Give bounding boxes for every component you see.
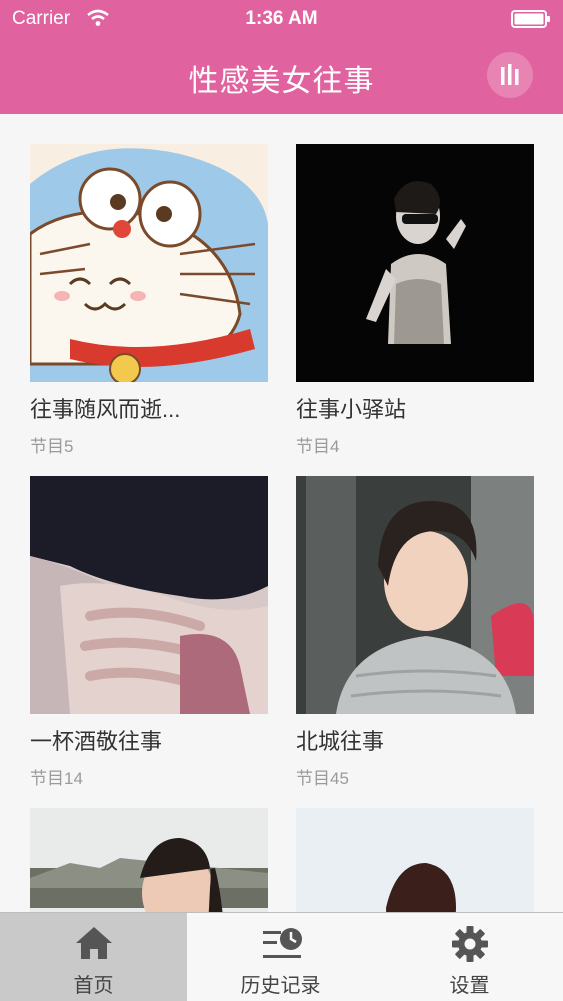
tab-history[interactable]: 历史记录 xyxy=(187,913,374,1001)
album-card[interactable]: 往事小驿站 节目4 xyxy=(296,144,534,457)
album-title: 北城往事 xyxy=(296,729,385,754)
equalizer-icon xyxy=(501,64,519,85)
top-bar: Carrier 1:36 AM 性感美女往事 xyxy=(0,0,563,114)
album-card[interactable]: 北城往事 节目45 xyxy=(296,476,534,789)
tab-home[interactable]: 首页 xyxy=(0,913,187,1001)
album-title: 往事小驿站 xyxy=(296,397,407,422)
tab-label: 首页 xyxy=(73,975,114,997)
album-episode-count: 节目4 xyxy=(296,437,340,456)
album-title: 一杯酒敬往事 xyxy=(30,729,163,754)
tab-bar: 首页 历史记录 设置 xyxy=(0,912,563,1001)
album-card[interactable] xyxy=(296,808,534,912)
album-title: 往事随风而逝... xyxy=(30,397,181,422)
home-icon xyxy=(76,927,112,959)
status-bar: Carrier 1:36 AM xyxy=(0,0,563,40)
album-cover xyxy=(296,808,534,912)
album-episode-count: 节目14 xyxy=(30,769,83,788)
tab-label: 设置 xyxy=(449,975,490,997)
history-icon xyxy=(263,928,302,958)
album-cover xyxy=(296,144,534,382)
album-cover xyxy=(30,476,268,714)
album-card[interactable] xyxy=(30,808,268,912)
album-cover xyxy=(30,808,268,912)
gear-icon xyxy=(452,926,488,962)
now-playing-button[interactable] xyxy=(487,52,533,98)
album-cover xyxy=(296,476,534,714)
album-card[interactable]: 一杯酒敬往事 节目14 xyxy=(30,476,268,789)
status-time: 1:36 AM xyxy=(245,8,318,29)
album-episode-count: 节目45 xyxy=(296,769,349,788)
battery-icon xyxy=(511,10,550,28)
album-grid: 往事随风而逝... 节目5 往事小驿站 节目4 一杯酒敬往事 节目14 北城往事… xyxy=(0,114,563,912)
album-card[interactable]: 往事随风而逝... 节目5 xyxy=(30,144,268,457)
album-cover xyxy=(30,144,268,382)
page-title: 性感美女往事 xyxy=(188,65,375,98)
album-episode-count: 节目5 xyxy=(30,437,74,456)
tab-label: 历史记录 xyxy=(240,975,321,997)
tab-settings[interactable]: 设置 xyxy=(376,913,563,1001)
